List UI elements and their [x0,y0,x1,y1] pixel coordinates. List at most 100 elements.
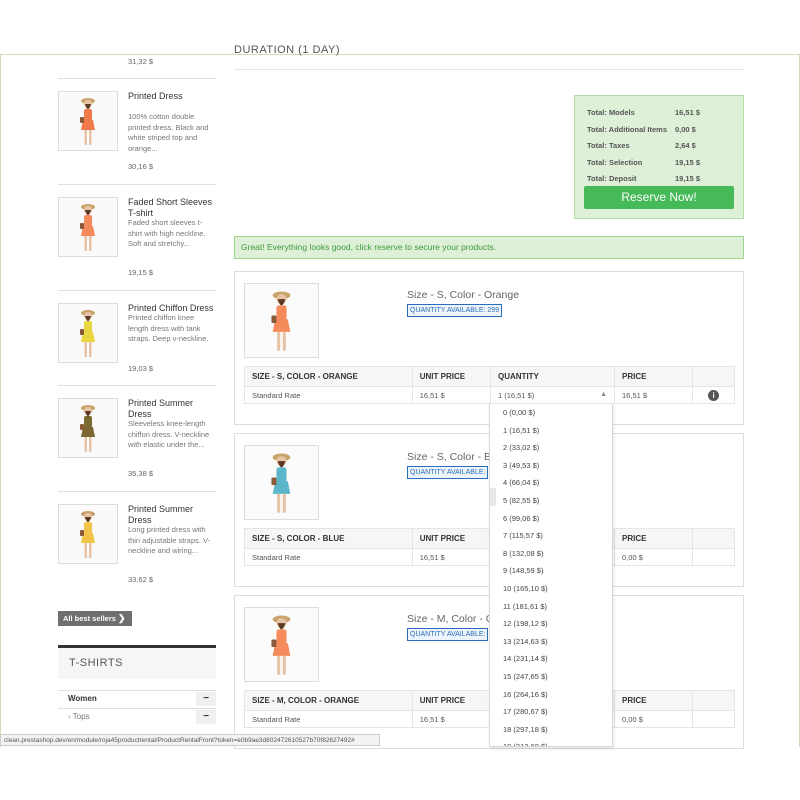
model-figure-icon [80,98,95,145]
quantity-select[interactable]: 1 (16,51 $) ▲ [489,386,616,404]
collapse-tops-toggle[interactable]: − [196,710,216,724]
quantity-option[interactable]: 10 (165,10 $) [490,580,612,598]
reserve-now-button[interactable]: Reserve Now! [584,186,734,209]
first-product-price: 31,32 $ [128,57,154,66]
line-price: 16,51 $ [614,386,694,404]
model-figure-icon [80,511,95,558]
line-price: 0,00 $ [614,548,694,566]
product-description: Long printed dress with thin adjustable … [128,525,211,555]
total-label: Total: Models [587,108,635,117]
product-variant-title: Size - S, Color - Bl [407,451,494,463]
bestseller-item[interactable]: Printed Summer Dress Sleeveless knee-leng… [58,385,216,492]
product-name[interactable]: Printed Summer Dress [128,504,216,526]
variant-column-header: SIZE - S, COLOR - ORANGE [244,366,413,387]
product-card: Size - S, Color - Orange QUANTITY AVAILAB… [234,271,744,425]
bestseller-item[interactable]: Printed Summer Dress Long printed dress w… [58,491,216,598]
quantity-option[interactable]: 11 (181,61 $) [490,598,612,616]
quantity-option[interactable]: 8 (132,08 $) [490,545,612,563]
bestseller-item[interactable]: Faded Short Sleeves T-shirt Faded short s… [58,184,216,291]
quantity-option[interactable]: 4 (66,04 $) [490,474,612,492]
product-thumbnail[interactable] [58,398,118,458]
duration-title: DURATION (1 DAY) [234,44,340,56]
category-tops-label: Tops [72,712,90,721]
product-thumbnail[interactable] [58,91,118,151]
model-figure-icon [80,310,95,357]
total-value: 2,64 $ [675,141,696,150]
divider [234,69,744,70]
rate-name: Standard Rate [244,386,413,404]
quantity-option[interactable]: 16 (264,16 $) [490,686,612,704]
product-thumbnail[interactable] [58,197,118,257]
success-alert: Great! Everything looks good, click rese… [234,236,744,259]
rate-name: Standard Rate [244,710,413,728]
quantity-option[interactable]: 5 (82,55 $) [490,492,612,510]
status-bar-url: clean.prestashop.dev/en/module/roja45pro… [0,734,380,746]
unit-price: 16,51 $ [411,710,492,728]
product-name[interactable]: Faded Short Sleeves T-shirt [128,197,216,219]
price-header: PRICE [614,690,694,711]
collapse-women-toggle[interactable]: − [196,692,216,706]
category-women-label: Women [68,694,97,703]
product-description: Faded short sleeves t-shirt with high ne… [128,218,206,248]
quantity-dropdown-list[interactable]: 0 (0,00 $) 1 (16,51 $) 2 (33,02 $) 3 (49,53… [489,404,613,747]
quantity-option[interactable]: 3 (49,53 $) [490,457,612,475]
all-best-sellers-button[interactable]: All best sellers ❯ [58,611,132,626]
quantity-option[interactable]: 7 (115,57 $) [490,527,612,545]
chevron-right-icon: ❯ [118,613,126,623]
product-price: 19,15 $ [128,268,154,277]
product-price: 33,62 $ [128,575,154,584]
info-header [692,690,735,711]
info-header [692,528,735,549]
quantity-option[interactable]: 18 (297,18 $) [490,721,612,739]
total-value: 0,00 $ [675,124,696,134]
total-label: Total: Additional Items [587,124,667,134]
info-cell[interactable] [692,548,735,566]
unit-price: 16,51 $ [411,548,492,566]
quantity-option[interactable]: 13 (214,63 $) [490,633,612,651]
category-tops[interactable]: › Tops − [58,708,216,725]
variant-column-header: SIZE - S, COLOR - BLUE [244,528,413,549]
product-description: Printed chiffon knee length dress with t… [128,313,209,343]
unit-price-header: UNIT PRICE [411,528,492,549]
totals-panel: Total: Models 16,51 $ Total: Additional It… [574,95,744,219]
quantity-option[interactable]: 19 (313,69 $) [490,738,612,746]
quantity-option[interactable]: 0 (0,00 $) [490,404,612,422]
quantity-option[interactable]: 14 (231,14 $) [490,650,612,668]
info-header [692,366,735,387]
tshirts-block-title: T-SHIRTS [58,645,216,679]
bestseller-item[interactable]: Printed Dress 100% cotton double printed … [58,78,216,185]
total-label: Total: Deposit [587,174,637,183]
table-row: Standard Rate 16,51 $1 (16,51 $) ▲ 16,51 $ i [244,386,735,404]
product-description: Sleeveless knee-length chiffon dress. V-… [128,419,210,449]
info-cell[interactable] [692,710,735,728]
rate-name: Standard Rate [244,548,413,566]
info-icon[interactable]: i [708,389,720,401]
product-thumbnail[interactable] [58,303,118,363]
quantity-option[interactable]: 12 (198,12 $) [490,615,612,633]
bestseller-item[interactable]: Printed Chiffon Dress Printed chiffon kne… [58,290,216,386]
product-name[interactable]: Printed Dress [128,91,216,102]
quantity-option[interactable]: 9 (148,59 $) [490,562,612,580]
product-thumbnail[interactable] [58,504,118,564]
category-women[interactable]: Women − [58,690,216,707]
quantity-option[interactable]: 2 (33,02 $) [490,439,612,457]
info-cell[interactable]: i [692,386,735,404]
model-figure-icon [271,615,291,675]
quantity-option[interactable]: 17 (280,67 $) [490,703,612,721]
chevron-right-icon: › [68,712,71,721]
caret-up-icon: ▲ [600,390,608,398]
rate-table: SIZE - S, COLOR - ORANGE UNIT PRICE QUANTI… [244,366,735,404]
quantity-available-badge: QUANTITY AVAILABLE: 299 [407,304,503,317]
unit-price-header: UNIT PRICE [411,366,492,387]
price-header: PRICE [614,366,694,387]
product-variant-title: Size - M, Color - O [407,613,494,625]
total-value: 16,51 $ [675,108,701,117]
product-image [244,445,319,520]
quantity-option[interactable]: 6 (99,06 $) [490,510,612,528]
quantity-option[interactable]: 1 (16,51 $) [490,422,612,440]
product-name[interactable]: Printed Summer Dress [128,398,216,420]
quantity-option[interactable]: 15 (247,65 $) [490,668,612,686]
line-price: 0,00 $ [614,710,694,728]
variant-column-header: SIZE - M, COLOR - ORANGE [244,690,413,711]
total-label: Total: Taxes [587,141,630,150]
